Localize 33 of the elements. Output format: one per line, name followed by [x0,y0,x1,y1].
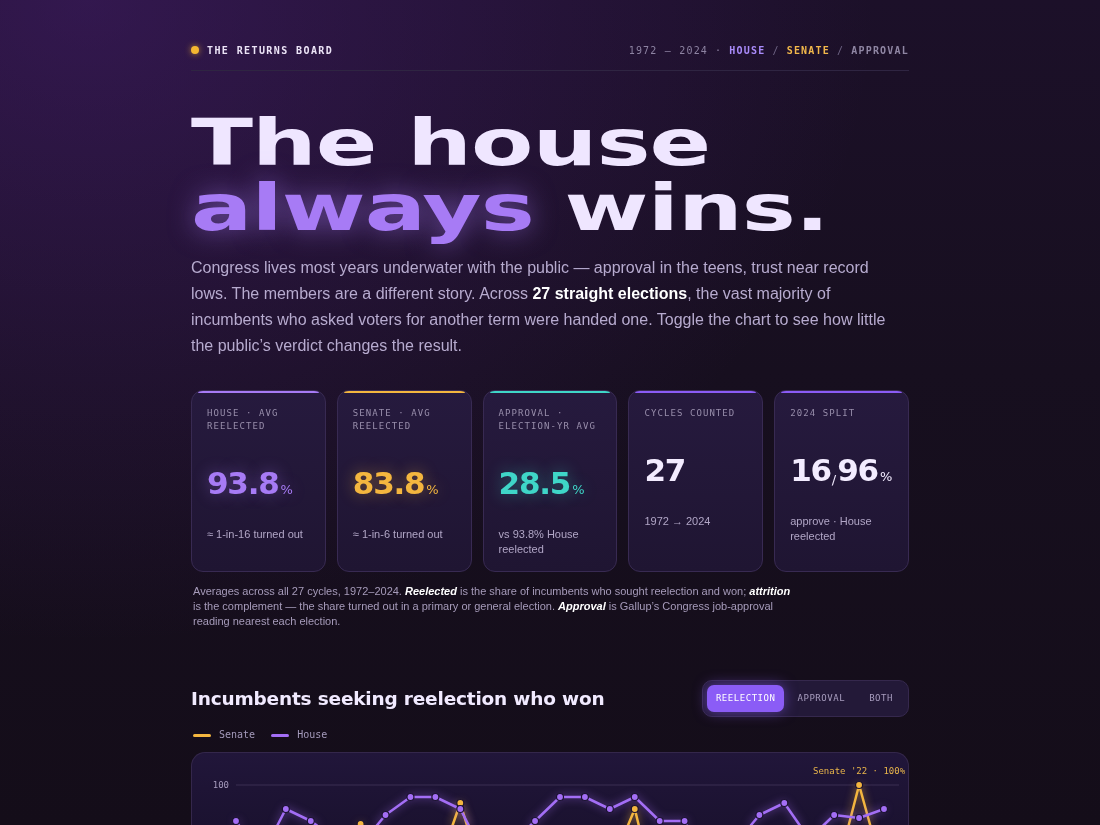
stat-value: 28.5% [498,467,585,499]
axis-label: 100 [212,780,229,790]
nav-link[interactable]: SENATE [786,42,830,58]
legend-label: Senate [219,728,256,742]
stat-value: 93.8% [207,467,293,499]
nav-link[interactable]: HOUSE [729,42,766,58]
stat-note: approve · House reelected [790,514,873,544]
stat-label: HOUSE · AVG REELECTED [207,407,280,433]
toggle-button[interactable]: BOTH [858,685,904,712]
legend-label: House [297,728,328,742]
date-range: 1972 – 2024 [628,43,709,58]
callout-label: Senate '22 · 100% [813,766,906,776]
footnote: Averages across all 27 cycles, 1972–2024. Reelected is the share of incumbents who sought reelection and won; attrition is the complement — the share turned out in a primary or general election. Approval is Gallup’s Congress job-approval reading nearest each election. [192,584,791,629]
stat-value: 27 [644,454,686,486]
nav-link[interactable]: APPROVAL [851,42,909,58]
stat-label: APPROVAL · ELECTION-YR AVG [498,407,598,433]
toggle-button[interactable]: REELECTION [706,685,785,712]
stat-note: 1972 → 2024 [644,514,712,529]
stat-value: 16$_{/}$96% [790,454,893,486]
stat-label: CYCLES COUNTED [644,407,737,420]
chart-title: Incumbents seeking reelection who won [191,686,605,711]
stat-label: SENATE · AVG REELECTED [352,407,432,433]
stat-label: 2024 SPLIT [790,407,857,420]
toggle-button[interactable]: APPROVAL [786,685,857,712]
intro-paragraph: Congress lives most years underwater with the public — approval in the teens, trust near record lows. The members are a different story. Across 27 straight elections, the vast majority of incumbents who asked voters for another term were handed one. Toggle the chart to see how little the public’s verdict changes the result. [191,258,887,356]
stat-note: ≈ 1-in-16 turned out [207,527,304,542]
stat-note: ≈ 1-in-6 turned out [352,527,444,542]
stat-note: vs 93.8% House reelected [498,527,580,557]
separator: / [837,43,845,58]
stat-value: 83.8% [352,467,439,499]
separator: / [772,43,780,58]
brand-name: THE RETURNS BOARD [207,43,334,58]
separator: · [715,43,723,58]
